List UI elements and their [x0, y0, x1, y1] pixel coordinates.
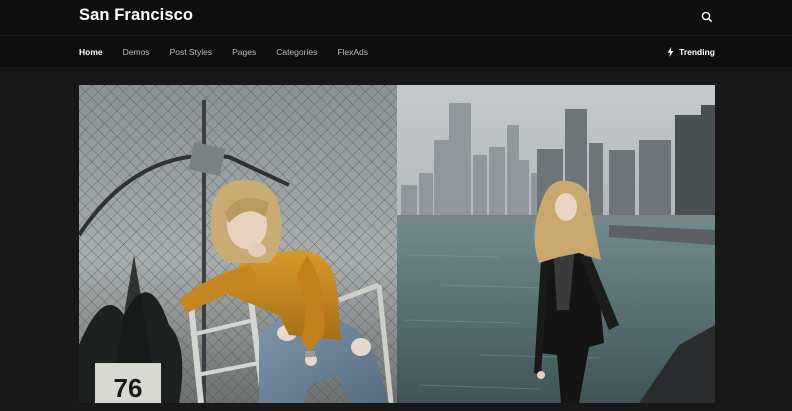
- sign-number: 76: [114, 373, 143, 403]
- photo-right: [397, 85, 715, 403]
- main-nav: Home Demos Post Styles Pages Categories …: [0, 36, 792, 67]
- top-header: San Francisco: [0, 0, 792, 36]
- site-title[interactable]: San Francisco: [79, 6, 193, 25]
- nav-item-flexads[interactable]: FlexAds: [337, 47, 368, 57]
- search-icon[interactable]: [700, 10, 714, 24]
- trending-label: Trending: [679, 46, 715, 57]
- nav-list: Home Demos Post Styles Pages Categories …: [79, 36, 388, 67]
- nav-item-home[interactable]: Home: [79, 47, 103, 57]
- nav-item-demos[interactable]: Demos: [123, 47, 150, 57]
- trending-link[interactable]: Trending: [667, 36, 715, 67]
- nav-item-post-styles[interactable]: Post Styles: [170, 47, 213, 57]
- photo-left: 76: [79, 85, 397, 403]
- page: San Francisco Home Demos Post Styles Pag…: [0, 0, 792, 411]
- featured-image[interactable]: 76: [79, 85, 715, 403]
- lightning-bolt-icon: [667, 46, 674, 57]
- nav-item-categories[interactable]: Categories: [276, 47, 317, 57]
- nav-item-pages[interactable]: Pages: [232, 47, 256, 57]
